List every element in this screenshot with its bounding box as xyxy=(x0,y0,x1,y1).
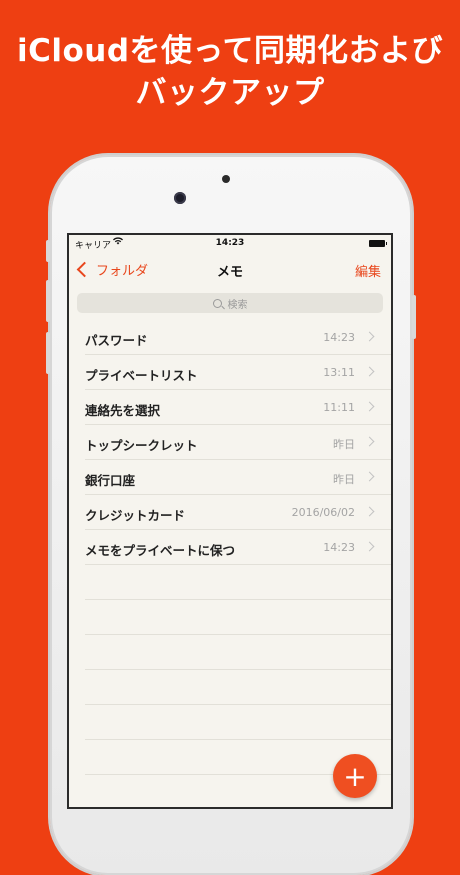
camera xyxy=(174,192,186,204)
chevron-right-icon xyxy=(364,471,375,482)
note-title: 連絡先を選択 xyxy=(85,403,161,418)
note-row[interactable]: トップシークレット 昨日 xyxy=(85,425,391,460)
note-title: クレジットカード xyxy=(85,508,186,523)
add-note-button[interactable]: + xyxy=(333,754,377,798)
status-time: 14:23 xyxy=(215,238,245,248)
edit-button[interactable]: 編集 xyxy=(355,261,381,280)
note-title: メモをプライベートに保つ xyxy=(85,543,236,558)
empty-ruled-line xyxy=(85,670,391,705)
volume-up-button xyxy=(46,280,50,322)
empty-ruled-line xyxy=(85,565,391,600)
power-button xyxy=(412,295,416,339)
empty-ruled-line xyxy=(85,705,391,740)
note-row[interactable]: パスワード 14:23 xyxy=(85,320,391,355)
plus-icon: + xyxy=(343,759,367,793)
search-icon xyxy=(212,298,222,308)
promo-headline: iCloudを使って同期化および バックアップ xyxy=(0,30,460,114)
chevron-right-icon xyxy=(364,506,375,517)
note-row[interactable]: 銀行口座 昨日 xyxy=(85,460,391,495)
chevron-right-icon xyxy=(364,436,375,447)
note-date: 14:23 xyxy=(323,331,355,344)
note-row[interactable]: メモをプライベートに保つ 14:23 xyxy=(85,530,391,565)
headline-line-2: バックアップ xyxy=(135,75,325,111)
note-title: パスワード xyxy=(85,333,148,348)
volume-down-button xyxy=(46,332,50,374)
empty-ruled-line xyxy=(85,600,391,635)
headline-line-1: iCloudを使って同期化および xyxy=(16,33,443,69)
notes-list: パスワード 14:23 プライベートリスト 13:11 連絡先を選択 11:11… xyxy=(69,320,391,807)
note-date: 14:23 xyxy=(323,541,355,554)
note-row[interactable]: プライベートリスト 13:11 xyxy=(85,355,391,390)
chevron-right-icon xyxy=(364,331,375,342)
note-date: 13:11 xyxy=(323,366,355,379)
note-title: トップシークレット xyxy=(85,438,198,453)
status-bar: キャリア 14:23 xyxy=(69,235,391,253)
note-title: 銀行口座 xyxy=(85,473,136,488)
phone-screen: キャリア 14:23 フォルダ メモ 編集 検索 パスワード 14:23 プライ… xyxy=(69,235,391,807)
note-date: 11:11 xyxy=(323,401,355,414)
note-row[interactable]: クレジットカード 2016/06/02 xyxy=(85,495,391,530)
speaker xyxy=(222,175,230,183)
chevron-right-icon xyxy=(364,541,375,552)
mute-switch xyxy=(46,240,50,262)
note-date: 昨日 xyxy=(333,438,355,451)
search-placeholder: 検索 xyxy=(227,299,248,311)
page-title: メモ xyxy=(216,265,243,280)
chevron-right-icon xyxy=(364,401,375,412)
note-date: 2016/06/02 xyxy=(291,506,355,519)
note-row[interactable]: 連絡先を選択 11:11 xyxy=(85,390,391,425)
navigation-bar: フォルダ メモ 編集 xyxy=(69,253,391,287)
battery-icon xyxy=(369,240,387,247)
empty-ruled-line xyxy=(85,635,391,670)
search-bar[interactable]: 検索 xyxy=(77,293,383,313)
chevron-right-icon xyxy=(364,366,375,377)
note-date: 昨日 xyxy=(333,473,355,486)
note-title: プライベートリスト xyxy=(85,368,198,383)
